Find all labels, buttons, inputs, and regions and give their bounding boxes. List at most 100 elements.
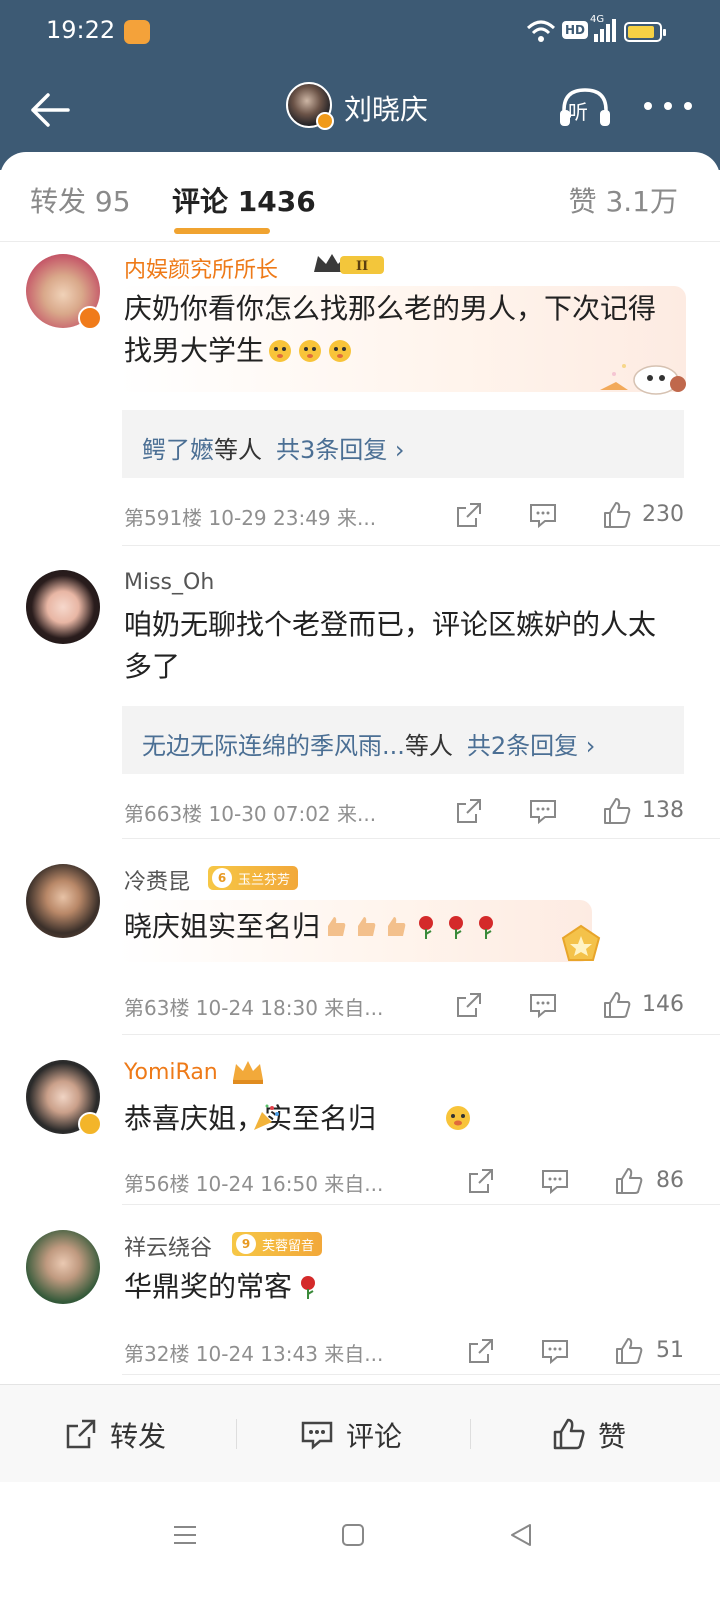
commenter-name[interactable]: YomiRan xyxy=(124,1060,218,1085)
vip-crown-icon xyxy=(233,1061,263,1084)
reply-count-link[interactable]: 共3条回复 › xyxy=(276,436,405,464)
menu-icon[interactable] xyxy=(172,1522,198,1548)
fan-level-badge: 9 芙蓉留音 xyxy=(232,1232,323,1256)
commenter-name[interactable]: 内娱颜究所所长 xyxy=(124,252,278,284)
back-arrow-icon[interactable] xyxy=(28,90,72,130)
commenter-avatar[interactable] xyxy=(26,254,102,330)
comment-item: Miss_Oh 咱奶无聊找个老登而已，评论区嫉妒的人太多了 无边无际连绵的季风雨… xyxy=(0,564,720,844)
comment-text-content: 华鼎奖的常客 xyxy=(124,1270,293,1303)
reply-suffix: 等人 xyxy=(214,436,262,464)
fan-level-number: 9 xyxy=(236,1234,256,1254)
reply-user-link[interactable]: 无边无际连绵的季风雨... xyxy=(142,732,405,760)
reply-user-link[interactable]: 鳄了嬷 xyxy=(142,436,214,464)
emoji-icon xyxy=(329,340,352,362)
like-count: 51 xyxy=(656,1338,684,1363)
divider xyxy=(122,545,720,546)
thumbs-up-icon[interactable] xyxy=(602,990,632,1020)
comments-sheet: 转发 95 评论 1436 赞 3.1万 内娱颜究所所长 II 庆奶你看你怎么找… xyxy=(0,152,720,1600)
vip-level-label: II xyxy=(356,259,368,274)
divider xyxy=(122,838,720,839)
comment-button[interactable]: 评论 xyxy=(346,1415,402,1455)
vip-crown-badge-icon: II xyxy=(314,254,384,274)
tab-forward[interactable]: 转发 95 xyxy=(30,180,131,220)
comment-floor-time: 第56楼 10-24 16:50 来自... xyxy=(124,1172,384,1196)
comment-meta: 第63楼 10-24 18:30 来自... 146 xyxy=(124,990,684,1020)
comment-text-content: 晓庆姐实至名归 xyxy=(124,910,321,943)
divider xyxy=(122,1034,720,1035)
tab-comments[interactable]: 评论 1436 xyxy=(172,180,316,220)
replies-preview[interactable]: 鳄了嬷等人 共3条回复 › xyxy=(122,410,684,478)
fan-level-badge: 6 玉兰芬芳 xyxy=(208,866,299,890)
thumbs-up-icon[interactable] xyxy=(614,1336,644,1366)
tab-likes[interactable]: 赞 3.1万 xyxy=(569,180,678,220)
comment-text-content: 咱奶无聊找个老登而已，评论区嫉妒的人太多了 xyxy=(124,608,657,683)
panda-decoration-icon xyxy=(600,364,686,395)
comment-icon[interactable] xyxy=(300,1417,334,1451)
reply-count-link[interactable]: 共2条回复 › xyxy=(467,732,596,760)
emoji-icon xyxy=(269,340,292,362)
user-name[interactable]: 刘晓庆 xyxy=(344,88,428,128)
thumbs-up-emoji-icon xyxy=(328,917,346,936)
status-bar: 19:22 HD 4G xyxy=(0,0,720,64)
like-button[interactable]: 赞 xyxy=(598,1415,626,1455)
comment-icon[interactable] xyxy=(528,500,558,530)
comment-floor-time: 第591楼 10-29 23:49 来... xyxy=(124,506,377,530)
thumbs-up-icon[interactable] xyxy=(614,1166,644,1196)
user-avatar[interactable] xyxy=(286,82,334,130)
like-count: 86 xyxy=(656,1168,684,1193)
comment-meta: 第663楼 10-30 07:02 来... 138 xyxy=(124,796,684,826)
share-icon[interactable] xyxy=(454,500,484,530)
comment-item: 冷赉昆 6 玉兰芬芳 晓庆姐实至名归 第63楼 10-24 18:30 来自...… xyxy=(0,858,720,1038)
comment-meta: 第56楼 10-24 16:50 来自... 86 xyxy=(124,1166,684,1196)
commenter-avatar[interactable] xyxy=(26,1060,102,1136)
comment-icon[interactable] xyxy=(540,1166,570,1196)
home-icon[interactable] xyxy=(340,1522,366,1548)
notification-app-icon xyxy=(124,20,150,44)
fan-level-label: 芙蓉留音 xyxy=(262,1239,315,1254)
thumbs-up-emoji-icon xyxy=(358,917,376,936)
listen-label: 听 xyxy=(568,100,588,124)
divider xyxy=(236,1419,237,1449)
active-tab-indicator xyxy=(174,228,270,234)
comment-text-content: 庆奶你看你怎么找那么老的男人，下次记得找男大学生 xyxy=(124,292,657,367)
comment-floor-time: 第663楼 10-30 07:02 来... xyxy=(124,802,377,826)
divider xyxy=(122,1374,720,1375)
share-icon[interactable] xyxy=(454,990,484,1020)
thumbs-up-icon[interactable] xyxy=(552,1417,586,1451)
rose-emoji-icon xyxy=(301,1276,316,1299)
more-options-icon[interactable] xyxy=(642,98,694,114)
bottom-action-bar: 转发 评论 赞 xyxy=(0,1384,720,1482)
battery-icon xyxy=(624,22,666,42)
share-icon[interactable] xyxy=(454,796,484,826)
wifi-icon xyxy=(526,20,556,42)
comment-icon[interactable] xyxy=(528,990,558,1020)
back-icon[interactable] xyxy=(508,1522,534,1548)
comment-meta: 第32楼 10-24 13:43 来自... 51 xyxy=(124,1336,684,1366)
nav-bar: 刘晓庆 听 xyxy=(0,74,720,144)
divider xyxy=(122,1204,720,1205)
thumbs-up-icon[interactable] xyxy=(602,796,632,826)
commenter-name[interactable]: 祥云绕谷 xyxy=(124,1230,212,1262)
reply-suffix: 等人 xyxy=(404,732,453,760)
commenter-name[interactable]: Miss_Oh xyxy=(124,570,214,595)
comment-icon[interactable] xyxy=(540,1336,570,1366)
comment-item: 祥云绕谷 9 芙蓉留音 华鼎奖的常客 第32楼 10-24 13:43 来自...… xyxy=(0,1224,720,1384)
comment-icon[interactable] xyxy=(528,796,558,826)
divider xyxy=(470,1419,471,1449)
top-bar: 19:22 HD 4G 刘晓庆 听 xyxy=(0,0,720,170)
replies-preview[interactable]: 无边无际连绵的季风雨...等人 共2条回复 › xyxy=(122,706,684,774)
thumbs-up-icon[interactable] xyxy=(602,500,632,530)
emoji-icon xyxy=(299,340,322,362)
emoji-icon xyxy=(446,1106,470,1130)
commenter-avatar[interactable] xyxy=(26,570,100,644)
commenter-name[interactable]: 冷赉昆 xyxy=(124,864,190,896)
forward-button[interactable]: 转发 xyxy=(110,1415,166,1455)
rose-emoji-icon xyxy=(419,916,434,939)
share-icon[interactable] xyxy=(466,1166,496,1196)
commenter-avatar[interactable] xyxy=(26,864,100,938)
thumbs-up-emoji-icon xyxy=(388,917,406,936)
commenter-avatar[interactable] xyxy=(26,1230,100,1304)
forward-icon[interactable] xyxy=(64,1417,98,1451)
verified-badge-icon xyxy=(78,1112,102,1136)
share-icon[interactable] xyxy=(466,1336,496,1366)
